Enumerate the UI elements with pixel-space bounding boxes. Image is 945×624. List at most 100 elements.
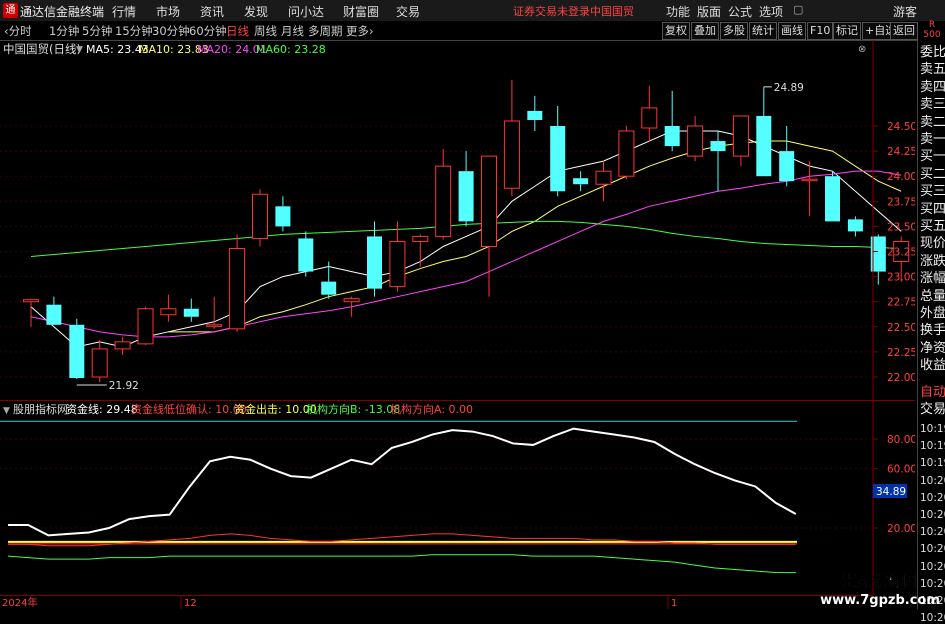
- candle-body: [206, 324, 223, 327]
- login-status[interactable]: 证券交易未登录: [513, 3, 590, 19]
- indicator-label: 20.00: [887, 523, 915, 535]
- period-1min[interactable]: 1分钟: [49, 23, 79, 39]
- quote-item: 买三: [920, 184, 945, 200]
- price-label: 22.50: [887, 322, 915, 334]
- legend-attack: 资金出击: 10.00: [234, 402, 317, 416]
- period-toolbar: ‹分时 1分钟 5分钟 15分钟 30分钟 60分钟 日线 周线 月线 多周期 …: [0, 20, 945, 41]
- candle: [847, 216, 863, 237]
- overlay-button[interactable]: 叠加: [691, 22, 719, 40]
- quote-item: 买四: [920, 201, 945, 217]
- indicator-chart[interactable]: 80.00 60.00 20.00 ▼ 股朋指标网 资金线: 29.48 资金线低位…: [0, 400, 915, 609]
- period-5min[interactable]: 5分钟: [82, 23, 112, 39]
- price-grid: [0, 125, 873, 378]
- candle-body: [69, 324, 85, 379]
- candle: [801, 161, 818, 217]
- price-label: 22.00: [887, 372, 915, 384]
- menu-caifuquan[interactable]: 财富圈: [343, 3, 379, 20]
- price-label: 24.00: [887, 171, 915, 183]
- multi-stock-button[interactable]: 多股: [720, 22, 748, 40]
- candle-body: [481, 155, 497, 247]
- tick-time: 10:19: [920, 457, 945, 470]
- candle-body: [367, 236, 382, 289]
- menu-xuanxiang[interactable]: 选项: [759, 3, 783, 20]
- candle: [687, 115, 704, 162]
- candle: [252, 189, 268, 247]
- candle: [367, 221, 382, 297]
- candle-body: [321, 281, 337, 295]
- low-marker: 21.92: [76, 380, 139, 392]
- app-name: 通达信金融终端: [20, 5, 105, 19]
- x-label-2024: 2024年: [2, 596, 37, 609]
- ma60-legend: MA60: 23.28: [256, 43, 326, 56]
- fuquan-button[interactable]: 复权: [662, 22, 690, 40]
- menu-faxian[interactable]: 发现: [244, 3, 268, 20]
- legend-toggle-icon[interactable]: ▼: [76, 45, 83, 55]
- indicator-toggle-icon[interactable]: ▼: [3, 406, 10, 416]
- candle: [458, 151, 474, 227]
- period-fenshi[interactable]: ‹分时: [4, 23, 32, 39]
- candle: [46, 296, 62, 325]
- candle-body: [847, 219, 863, 232]
- period-30min[interactable]: 30分钟: [152, 23, 190, 39]
- candle: [503, 79, 520, 197]
- draw-line-button[interactable]: 画线: [778, 22, 806, 40]
- period-weekly[interactable]: 周线: [254, 23, 277, 39]
- period-60min[interactable]: 60分钟: [189, 23, 227, 39]
- watermark: 股朋指标网 www.7gpzb.com: [820, 572, 940, 608]
- quote-item: 买一: [920, 149, 945, 165]
- candle: [825, 171, 840, 222]
- period-15min[interactable]: 15分钟: [115, 23, 153, 39]
- period-daily[interactable]: 日线: [226, 23, 249, 39]
- menu-shichang[interactable]: 市场: [156, 3, 180, 20]
- candle-body: [275, 206, 291, 227]
- menu-hangqing[interactable]: 行情: [112, 3, 136, 20]
- candle-body: [458, 171, 474, 222]
- candle-body: [252, 193, 268, 239]
- kline-chart[interactable]: 24.50 24.25 24.00 23.75 23.50 23.25 23.00 22.75…: [0, 40, 915, 400]
- price-label: 23.50: [887, 221, 915, 233]
- menu-wenxiaoda[interactable]: 问小达: [288, 3, 324, 20]
- minimize-icon[interactable]: ▢: [793, 3, 803, 16]
- price-label: 24.25: [887, 146, 915, 158]
- guest-label[interactable]: 游客: [893, 3, 917, 20]
- price-label: 23.00: [887, 272, 915, 284]
- period-more[interactable]: 更多›: [346, 23, 374, 39]
- candle: [481, 155, 497, 297]
- f10-button[interactable]: F10: [807, 22, 834, 40]
- quote-item: 换手: [920, 323, 945, 339]
- quote-item: 总量: [920, 288, 945, 304]
- x-label-12: 12: [184, 598, 197, 609]
- candle: [618, 126, 635, 180]
- candle: [550, 105, 566, 197]
- candle-body: [756, 115, 772, 177]
- candle: [91, 339, 108, 383]
- tick-time: 10:20: [920, 526, 945, 539]
- candle-body: [503, 120, 520, 189]
- auto-label[interactable]: 自动: [920, 385, 945, 400]
- period-monthly[interactable]: 月线: [281, 23, 304, 39]
- menu-jiaoyi[interactable]: 交易: [396, 3, 420, 20]
- candle-body: [527, 110, 543, 120]
- close-panel-icon[interactable]: ⊗: [858, 44, 866, 55]
- title-bar: 通 通达信金融终端 行情 市场 资讯 发现 问小达 财富圈 交易 证券交易未登录…: [0, 0, 945, 22]
- tick-time: 10:20: [920, 509, 945, 521]
- legend-inst-b: 机构方向B: -13.08: [306, 402, 400, 416]
- menu-zixun[interactable]: 资讯: [200, 3, 224, 20]
- candle: [595, 161, 612, 202]
- candle: [23, 298, 39, 327]
- indicator-name: 股朋指标网: [13, 402, 68, 416]
- menu-gongneng[interactable]: 功能: [666, 3, 690, 20]
- candle-body: [137, 308, 154, 345]
- menu-gongshi[interactable]: 公式: [728, 3, 752, 20]
- back-button[interactable]: 返回: [890, 22, 918, 40]
- candle-body: [298, 238, 314, 272]
- menu-banmian[interactable]: 版面: [697, 3, 721, 20]
- candle: [756, 86, 772, 177]
- mark-button[interactable]: 标记: [833, 22, 861, 40]
- period-multi[interactable]: 多周期: [308, 23, 343, 39]
- candle-body: [550, 126, 566, 192]
- trade-label[interactable]: 交易: [920, 402, 945, 417]
- stats-button[interactable]: 统计: [749, 22, 777, 40]
- indicator-label: 60.00: [887, 464, 915, 476]
- candle-body: [91, 348, 108, 378]
